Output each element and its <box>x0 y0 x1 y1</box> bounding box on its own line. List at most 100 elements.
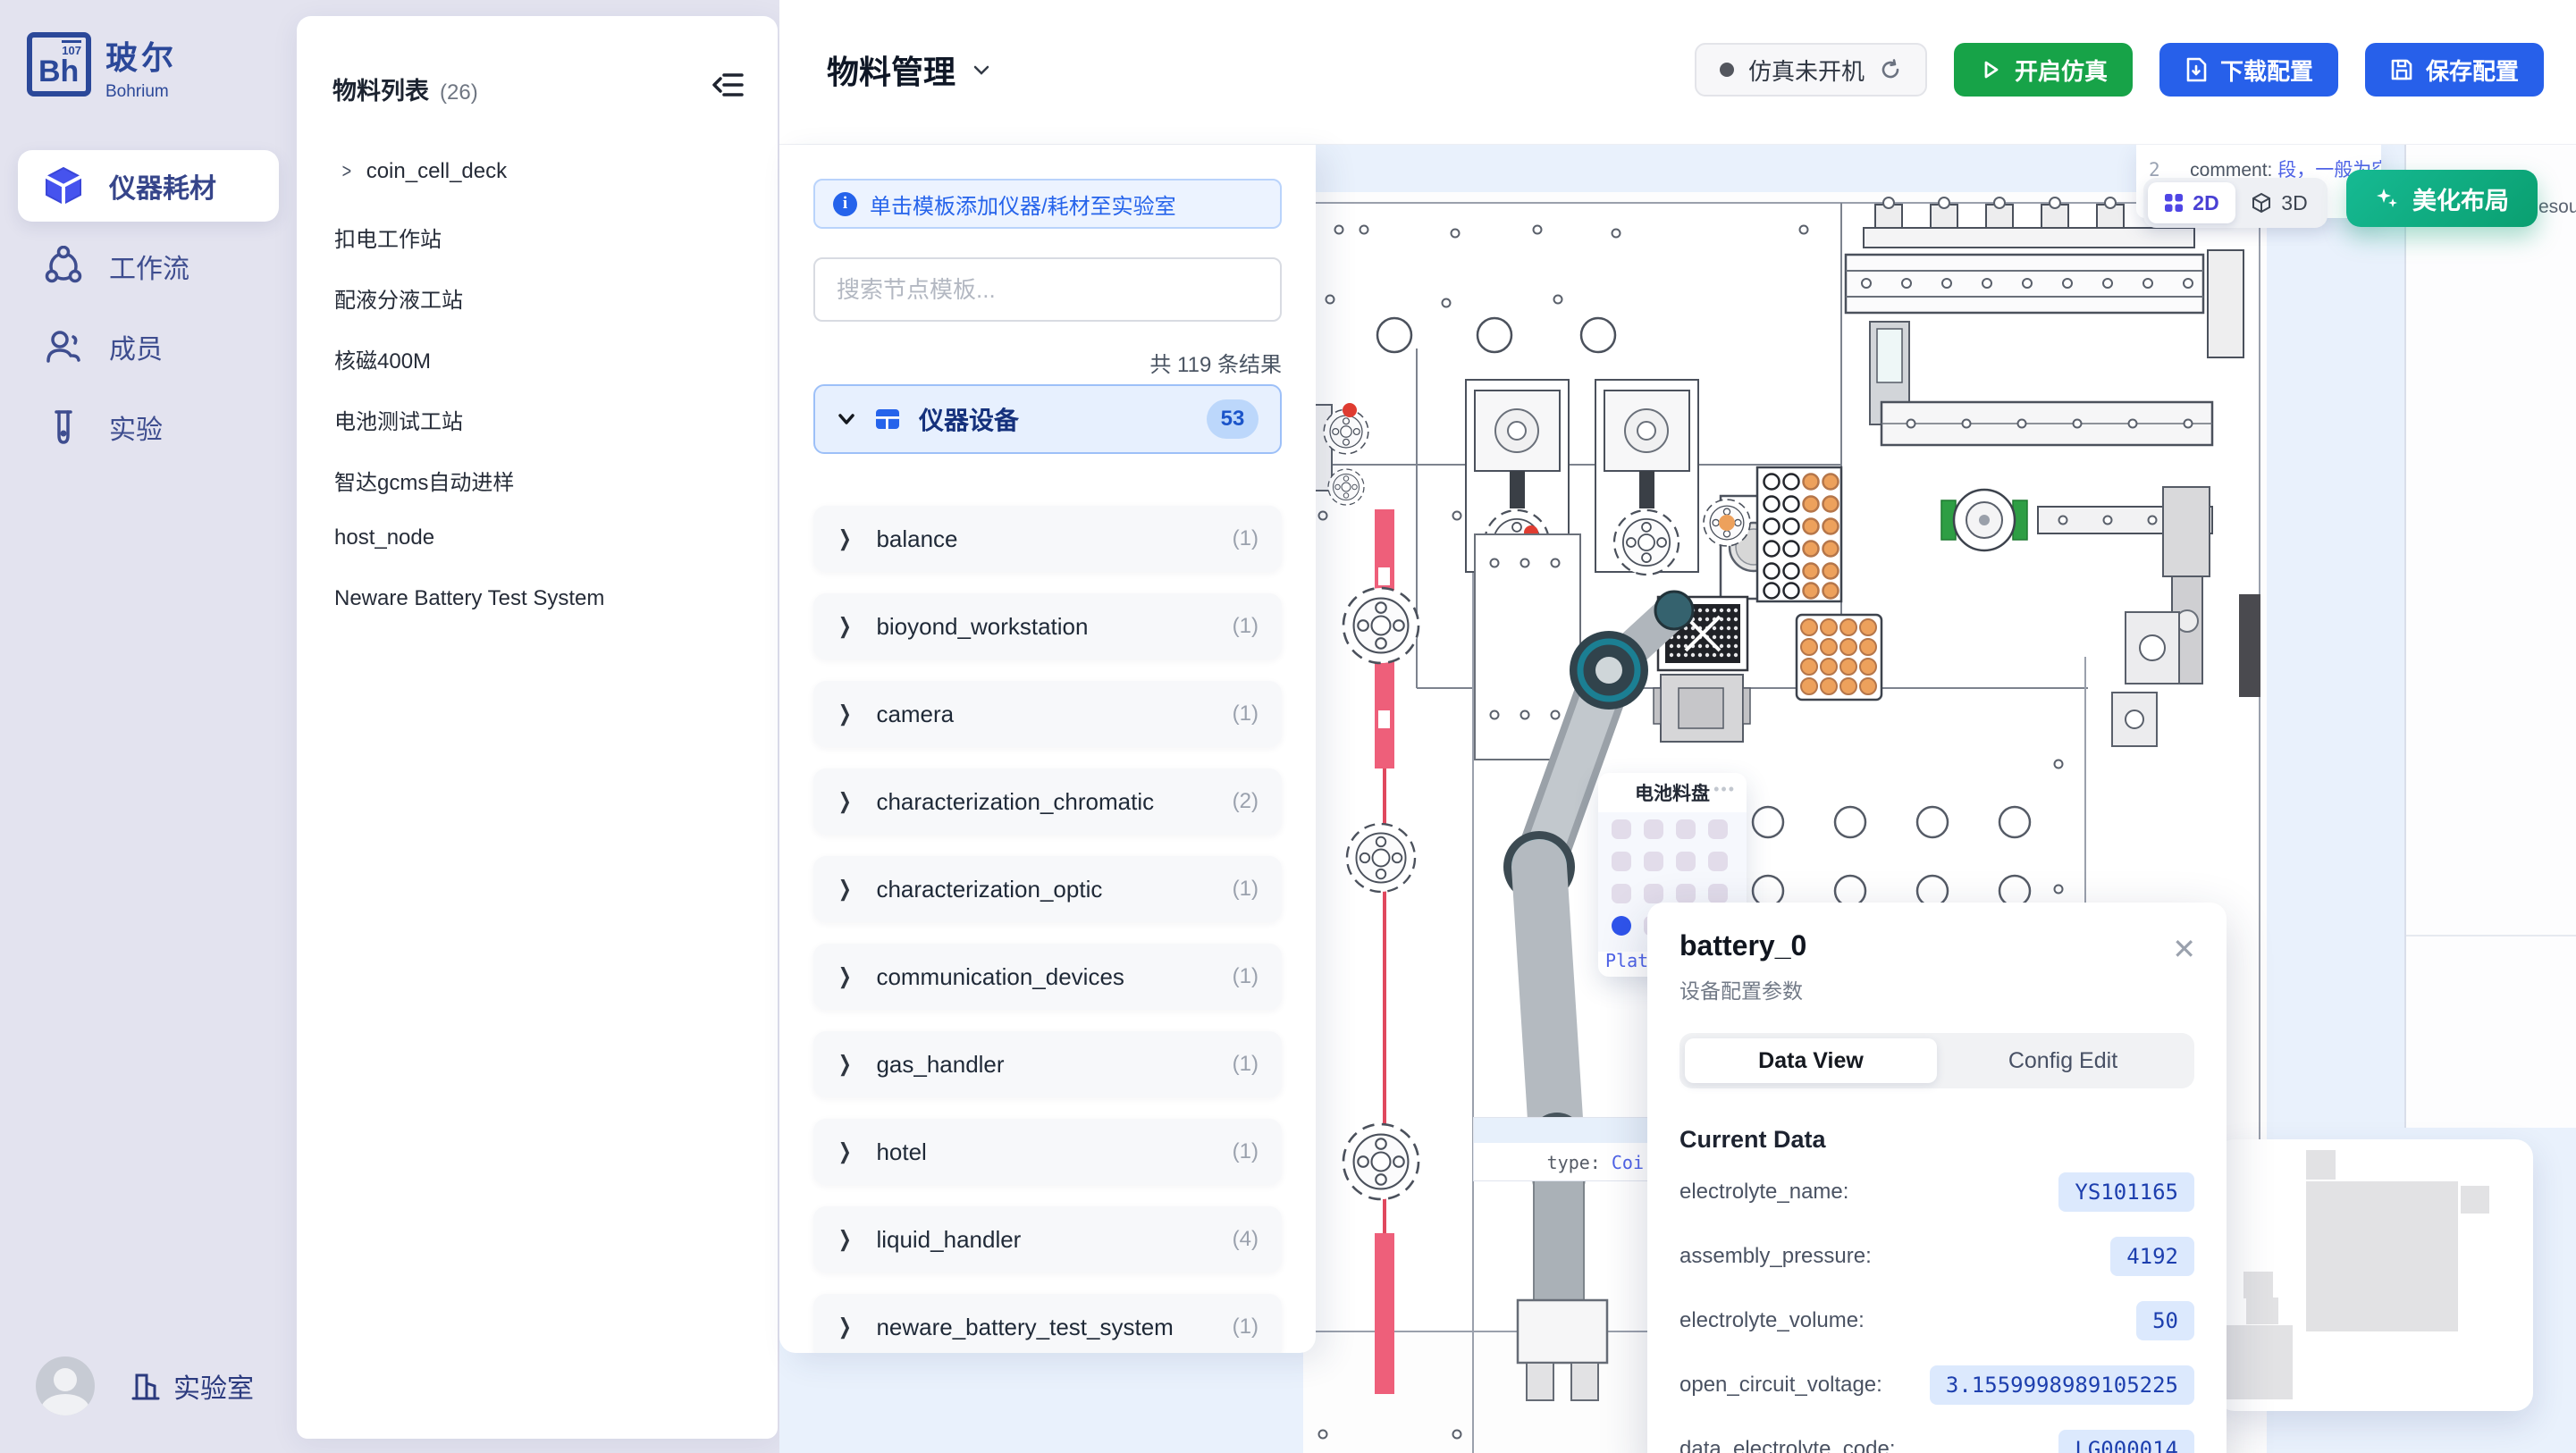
simulation-status-pill[interactable]: 仿真未开机 <box>1695 43 1927 97</box>
download-file-icon <box>2185 57 2208 82</box>
toggle-3d[interactable]: 3D <box>2235 182 2323 223</box>
data-row: electrolyte_volume: 50 <box>1679 1299 2194 1342</box>
sidebar-item-label: 工作流 <box>109 247 189 286</box>
data-row-label: open_circuit_voltage: <box>1679 1373 1882 1398</box>
template-item-liquid-handler[interactable]: ❯ liquid_handler (4) <box>813 1206 1282 1272</box>
chevron-right-icon: ❯ <box>838 789 852 815</box>
template-panel: i 单击模板添加仪器/耗材至实验室 共 119 条结果 仪器设备 53 ❯ ba… <box>779 145 1316 1353</box>
list-item[interactable]: 配液分液工站 <box>334 282 463 314</box>
workflow-icon <box>43 246 84 287</box>
battery-tray-title: 电池料盘 <box>1635 779 1710 806</box>
template-item-balance[interactable]: ❯ balance (1) <box>813 506 1282 572</box>
tray-slot[interactable] <box>1708 852 1728 871</box>
tray-slot[interactable] <box>1644 819 1663 839</box>
tree-item-coin-cell-deck[interactable]: > coin_cell_deck <box>341 159 507 184</box>
view-dimension-toggle: 2D 3D <box>2143 178 2328 228</box>
data-row-value: LG000014 <box>2058 1430 2194 1453</box>
devices-category-icon <box>874 406 901 433</box>
tray-slot[interactable] <box>1708 884 1728 903</box>
chevron-right-icon: ❯ <box>838 964 852 990</box>
template-item-hotel[interactable]: ❯ hotel (1) <box>813 1119 1282 1185</box>
list-item[interactable]: Neware Battery Test System <box>334 586 604 611</box>
list-item-label: 智达gcms自动进样 <box>334 465 514 496</box>
tray-slot[interactable] <box>1612 852 1631 871</box>
list-item-label: 配液分液工站 <box>334 282 463 314</box>
list-item[interactable]: 智达gcms自动进样 <box>334 465 514 496</box>
toggle-2d-label: 2D <box>2193 191 2218 215</box>
material-list-title: 物料列表 <box>333 71 429 106</box>
tray-slot[interactable] <box>1708 819 1728 839</box>
data-row-label: data_electrolyte_code: <box>1679 1437 1896 1453</box>
category-instrument-devices[interactable]: 仪器设备 53 <box>813 384 1282 454</box>
chevron-down-icon <box>972 60 991 80</box>
template-item-camera[interactable]: ❯ camera (1) <box>813 681 1282 747</box>
list-item[interactable]: 电池测试工站 <box>334 404 463 435</box>
tray-slot-selected[interactable] <box>1612 916 1631 936</box>
save-config-label: 保存配置 <box>2426 54 2519 87</box>
logo-name-en: Bohrium <box>105 82 177 102</box>
tray-slot[interactable] <box>1676 884 1696 903</box>
tray-slot[interactable] <box>1644 852 1663 871</box>
template-item-bioyond-workstation[interactable]: ❯ bioyond_workstation (1) <box>813 593 1282 659</box>
search-input[interactable] <box>813 257 1282 322</box>
avatar[interactable] <box>36 1356 95 1415</box>
sidebar-item-workflow[interactable]: 工作流 <box>18 231 279 302</box>
tree-item-label: coin_cell_deck <box>366 159 507 184</box>
clipped-edge-text: esou <box>2538 197 2576 218</box>
lab-label: 实验室 <box>173 1366 254 1406</box>
node-type-tooltip: type: Coi <box>1473 1117 1648 1181</box>
template-item-label: characterization_chromatic <box>876 788 1208 816</box>
brand-logo[interactable]: 107 Bh 玻尔 Bohrium <box>27 32 177 102</box>
list-item-label: Neware Battery Test System <box>334 586 604 611</box>
tray-slot[interactable] <box>1644 884 1663 903</box>
start-simulation-button[interactable]: 开启仿真 <box>1954 43 2133 97</box>
template-item-characterization-optic[interactable]: ❯ characterization_optic (1) <box>813 856 1282 922</box>
status-dot-icon <box>1720 63 1734 77</box>
template-item-communication-devices[interactable]: ❯ communication_devices (1) <box>813 944 1282 1010</box>
tray-slot[interactable] <box>1612 884 1631 903</box>
beautify-layout-button[interactable]: 美化布局 <box>2346 170 2538 227</box>
template-item-label: bioyond_workstation <box>876 613 1208 641</box>
template-item-label: neware_battery_test_system <box>876 1314 1208 1341</box>
close-icon[interactable]: ✕ <box>2172 935 2196 963</box>
template-item-gas-handler[interactable]: ❯ gas_handler (1) <box>813 1031 1282 1097</box>
category-count-badge: 53 <box>1207 399 1259 439</box>
sidebar-item-label: 成员 <box>109 327 163 366</box>
tray-slot[interactable] <box>1676 819 1696 839</box>
sidebar-item-experiments[interactable]: 实验 <box>18 391 279 463</box>
toggle-3d-label: 3D <box>2281 191 2307 215</box>
chevron-right-icon[interactable]: > <box>342 160 352 183</box>
members-icon <box>43 326 84 367</box>
cube-icon <box>43 165 84 206</box>
list-item[interactable]: 扣电工作站 <box>334 222 442 253</box>
more-menu-icon[interactable]: ••• <box>1713 780 1736 799</box>
material-list-panel: 物料列表 (26) > coin_cell_deck 扣电工作站 配液分液工站 … <box>297 16 778 1439</box>
list-item[interactable]: host_node <box>334 525 434 550</box>
minimap[interactable] <box>2217 1139 2533 1411</box>
template-item-characterization-chromatic[interactable]: ❯ characterization_chromatic (2) <box>813 768 1282 835</box>
chevron-right-icon: ❯ <box>838 701 852 727</box>
tray-slot[interactable] <box>1612 819 1631 839</box>
tab-config-edit[interactable]: Config Edit <box>1937 1038 2189 1083</box>
lab-switcher[interactable]: 实验室 <box>130 1366 254 1406</box>
sidebar-item-members[interactable]: 成员 <box>18 311 279 382</box>
template-item-count: (4) <box>1233 1227 1259 1252</box>
tab-data-view[interactable]: Data View <box>1685 1038 1937 1083</box>
sidebar-item-instruments[interactable]: 仪器耗材 <box>18 150 279 222</box>
list-item[interactable]: 核磁400M <box>334 343 431 374</box>
toggle-2d[interactable]: 2D <box>2148 182 2235 223</box>
sidebar-item-label: 实验 <box>109 407 163 447</box>
save-config-button[interactable]: 保存配置 <box>2365 43 2544 97</box>
download-config-label: 下载配置 <box>2220 54 2313 87</box>
template-item-neware-battery-test-system[interactable]: ❯ neware_battery_test_system (1) <box>813 1294 1282 1353</box>
chevron-right-icon: ❯ <box>838 1139 852 1165</box>
tray-slot[interactable] <box>1676 852 1696 871</box>
refresh-icon[interactable] <box>1879 58 1902 81</box>
template-item-count: (1) <box>1233 877 1259 902</box>
data-row-label: electrolyte_name: <box>1679 1180 1848 1205</box>
collapse-panel-icon[interactable] <box>711 68 745 102</box>
download-config-button[interactable]: 下载配置 <box>2159 43 2338 97</box>
chevron-down-icon <box>837 409 856 429</box>
page-title-dropdown[interactable]: 物料管理 <box>827 46 991 93</box>
template-item-count: (2) <box>1233 789 1259 814</box>
